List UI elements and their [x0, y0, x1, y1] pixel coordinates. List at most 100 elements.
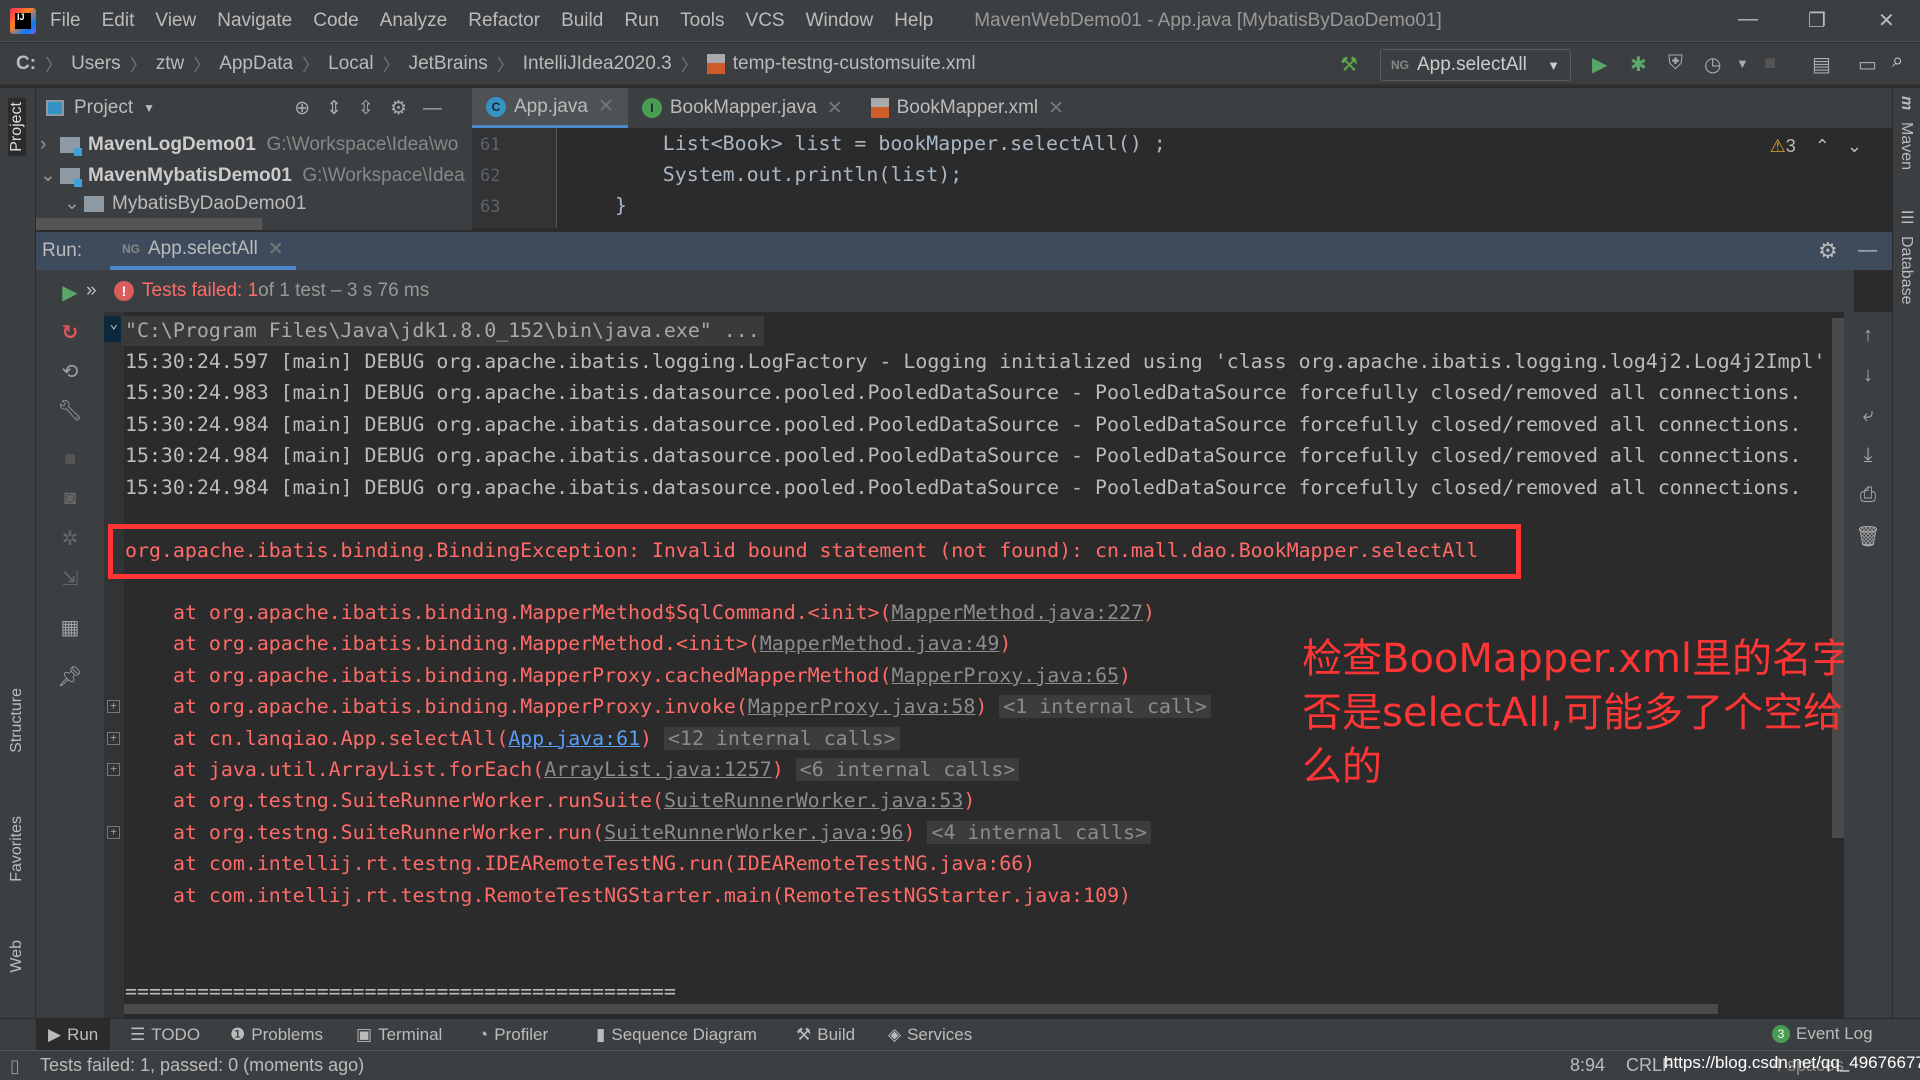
layout-icon[interactable]: ▦: [36, 615, 104, 640]
build-hammer-icon[interactable]: ⚒: [1340, 52, 1358, 77]
menu-tools[interactable]: Tools: [680, 10, 724, 32]
menu-navigate[interactable]: Navigate: [217, 10, 292, 32]
stop-icon[interactable]: ■: [1764, 52, 1776, 75]
pin-icon[interactable]: 📌︎: [36, 664, 104, 689]
source-link[interactable]: SuiteRunnerWorker.java:96: [604, 821, 903, 844]
breadcrumb-item[interactable]: Local: [328, 53, 373, 75]
menu-help[interactable]: Help: [894, 10, 933, 32]
close-tab-icon[interactable]: ✕: [268, 238, 284, 261]
menu-vcs[interactable]: VCS: [746, 10, 785, 32]
breadcrumb-item[interactable]: IntelliJIdea2020.3: [523, 53, 672, 75]
camera-icon[interactable]: ◙: [36, 487, 104, 510]
menu-edit[interactable]: Edit: [102, 10, 135, 32]
status-panel-icon[interactable]: ▯: [10, 1056, 20, 1077]
menu-window[interactable]: Window: [806, 10, 874, 32]
run-icon[interactable]: ▶: [1592, 52, 1607, 77]
up-arrow-icon[interactable]: ↑: [1844, 324, 1892, 347]
menu-run[interactable]: Run: [624, 10, 659, 32]
status-message[interactable]: Tests failed: 1, passed: 0 (moments ago): [40, 1055, 364, 1076]
menu-build[interactable]: Build: [561, 10, 603, 32]
caret-position[interactable]: 8:94: [1570, 1055, 1605, 1076]
project-view-select[interactable]: Project: [74, 97, 133, 119]
menu-refactor[interactable]: Refactor: [468, 10, 540, 32]
profile-dropdown-icon[interactable]: ▼: [1736, 56, 1749, 71]
project-structure-icon[interactable]: ▤: [1812, 52, 1831, 77]
breadcrumb-item[interactable]: C:: [16, 53, 36, 75]
hide-icon[interactable]: —: [1858, 240, 1877, 262]
internal-calls-fold[interactable]: <4 internal calls>: [927, 820, 1152, 844]
restore-window-icon[interactable]: ❐: [1808, 8, 1826, 33]
settings-gear-icon[interactable]: ⚙: [1818, 238, 1838, 264]
close-tab-icon[interactable]: ✕: [1048, 97, 1064, 120]
expand-fold-icon[interactable]: +: [107, 731, 120, 745]
expand-fold-icon[interactable]: +: [107, 825, 120, 839]
menu-analyze[interactable]: Analyze: [380, 10, 448, 32]
inspection-widget[interactable]: ⚠3 ⌃ ⌄: [1770, 136, 1862, 157]
internal-calls-fold[interactable]: <12 internal calls>: [664, 726, 900, 750]
trash-icon[interactable]: 🗑︎: [1844, 524, 1892, 549]
source-link[interactable]: MapperProxy.java:58: [748, 695, 976, 718]
print-icon[interactable]: ⎙: [1844, 484, 1892, 507]
stop-icon[interactable]: ■: [36, 448, 104, 471]
tool-button-sequence-diagram[interactable]: ▮ Sequence Diagram: [596, 1019, 757, 1051]
tree-item-mybatisbydaodemo01[interactable]: ⌄ MybatisByDaoDemo01: [64, 192, 306, 215]
settings-icon[interactable]: ✲: [36, 526, 104, 551]
console-horizontal-scrollbar[interactable]: [124, 1004, 1718, 1014]
tool-button-todo[interactable]: ☰ TODO: [130, 1019, 200, 1051]
search-icon[interactable]: ⌕: [1892, 50, 1903, 73]
tab-app-java[interactable]: C App.java ✕: [472, 88, 628, 128]
breadcrumb-item[interactable]: ztw: [156, 53, 185, 75]
minimize-window-icon[interactable]: —: [1738, 8, 1758, 31]
console-command-line[interactable]: "C:\Program Files\Java\jdk1.8.0_152\bin\…: [121, 316, 764, 346]
breadcrumb-item[interactable]: JetBrains: [409, 53, 488, 75]
soft-wrap-icon[interactable]: ⤶: [1844, 404, 1892, 427]
chevron-down-icon[interactable]: ▼: [143, 101, 155, 115]
down-arrow-icon[interactable]: ↓: [1844, 364, 1892, 387]
event-log-button[interactable]: 3 Event Log: [1772, 1018, 1873, 1050]
run-anything-icon[interactable]: ▭: [1858, 52, 1877, 77]
database-tool-button[interactable]: Database: [1897, 236, 1915, 305]
rerun-failed-tests-icon[interactable]: ↻: [36, 320, 104, 345]
tab-bookmapper-xml[interactable]: BookMapper.xml ✕: [857, 88, 1078, 128]
source-link[interactable]: MapperMethod.java:49: [760, 632, 1000, 655]
scroll-to-end-icon[interactable]: ⤓: [1844, 444, 1892, 467]
close-window-icon[interactable]: ✕: [1878, 8, 1895, 33]
expand-fold-icon[interactable]: +: [107, 700, 120, 714]
import-icon[interactable]: ⇲: [36, 566, 104, 591]
source-link[interactable]: MapperMethod.java:227: [892, 601, 1143, 624]
tool-button-terminal[interactable]: ▣ Terminal: [356, 1019, 442, 1051]
close-tab-icon[interactable]: ✕: [827, 97, 843, 120]
tool-button-build[interactable]: ⚒ Build: [796, 1019, 855, 1051]
tree-item-mavenmybatisdemo01[interactable]: ⌄ MavenMybatisDemo01 G:\Workspace\Idea: [40, 164, 465, 187]
tool-button-profiler[interactable]: ◔ Profiler: [478, 1019, 548, 1051]
breadcrumb-item[interactable]: temp-testng-customsuite.xml: [733, 53, 976, 75]
favorites-tool-button[interactable]: Favorites: [8, 816, 26, 882]
tab-bookmapper-java[interactable]: I BookMapper.java ✕: [628, 88, 857, 128]
previous-highlight-icon[interactable]: ⌃: [1815, 136, 1830, 156]
maven-tool-button[interactable]: Maven: [1897, 122, 1915, 170]
tool-button-services[interactable]: ◈ Services: [888, 1019, 972, 1051]
breadcrumb-item[interactable]: Users: [71, 53, 121, 75]
menu-code[interactable]: Code: [313, 10, 358, 32]
toggle-auto-test-icon[interactable]: ⟲: [36, 359, 104, 384]
coverage-icon[interactable]: ⛨: [1668, 52, 1683, 75]
code-editor[interactable]: 61 List<Book> list = bookMapper.selectAl…: [472, 128, 1892, 228]
structure-tool-button[interactable]: Structure: [8, 688, 26, 753]
run-configuration-select[interactable]: NG App.selectAll ▼: [1380, 49, 1571, 81]
internal-calls-fold[interactable]: <6 internal calls>: [795, 758, 1020, 781]
menu-view[interactable]: View: [155, 10, 196, 32]
menu-file[interactable]: File: [50, 10, 81, 32]
collapse-icon[interactable]: ⌄: [104, 316, 122, 342]
profile-icon[interactable]: ◷: [1704, 52, 1721, 77]
run-tab-app-selectall[interactable]: NG App.selectAll ✕: [110, 232, 296, 270]
project-scrollbar[interactable]: [36, 218, 262, 230]
internal-calls-fold[interactable]: <1 internal call>: [999, 695, 1211, 719]
expand-icon[interactable]: »: [86, 280, 106, 302]
next-highlight-icon[interactable]: ⌄: [1847, 136, 1862, 156]
source-link[interactable]: App.java:61: [508, 727, 640, 750]
close-tab-icon[interactable]: ✕: [598, 95, 614, 118]
source-link[interactable]: MapperProxy.java:65: [892, 664, 1120, 687]
web-tool-button[interactable]: Web: [8, 940, 26, 973]
source-link[interactable]: SuiteRunnerWorker.java:53: [664, 789, 963, 812]
tree-item-mavenlogdemo01[interactable]: › MavenLogDemo01 G:\Workspace\Idea\wo: [40, 134, 458, 156]
